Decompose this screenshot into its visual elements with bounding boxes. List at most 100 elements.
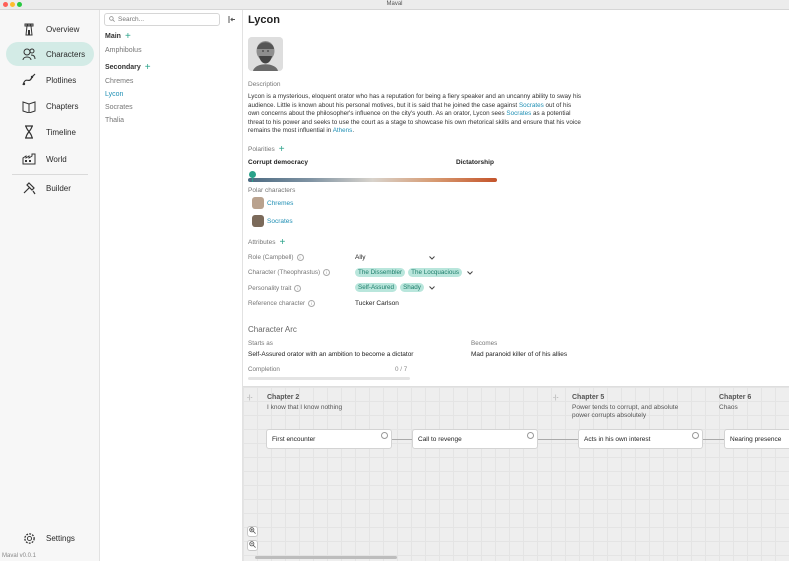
polarity-slider-handle[interactable] [249,171,256,178]
list-item-lycon[interactable]: Lycon [105,91,123,98]
chapter-5-title: Chapter 5 [572,394,605,401]
drag-handle-icon[interactable]: -|- [247,395,253,401]
group-header-secondary: Secondary + [105,63,151,73]
list-item-amphibolus[interactable]: Amphibolus [105,47,142,54]
zoom-out-icon [249,541,256,550]
nav-label: Plotlines [46,75,77,85]
list-item-thalia[interactable]: Thalia [105,117,124,124]
link-athens[interactable]: Athens [333,127,353,134]
link-socrates[interactable]: Socrates [506,110,531,117]
world-icon [18,153,40,165]
add-secondary-character-button[interactable]: + [145,63,151,73]
drag-handle-icon[interactable]: -|- [553,395,559,401]
add-attribute-button[interactable]: + [279,238,285,248]
collapse-panel-button[interactable] [227,15,237,25]
chip-the-locquacious[interactable]: The Locquacious [408,268,463,277]
list-item-chremes[interactable]: Chremes [105,78,133,85]
settings-label: Settings [46,533,75,543]
polar-character-socrates[interactable]: Socrates [252,215,293,227]
arc-card-first-encounter[interactable]: First encounter [266,429,392,449]
character-portrait[interactable] [248,37,283,71]
card-label: Acts in his own interest [584,435,651,443]
becomes-value[interactable]: Mad paranoid killer of of his allies [471,351,567,358]
chapter-2-subtitle: I know that I know nothing [267,404,343,411]
chapters-icon [18,99,40,113]
avatar [252,215,264,227]
attr-label-text: Character (Theophrastus) [248,269,321,276]
builder-icon [18,181,40,195]
list-item-socrates[interactable]: Socrates [105,104,133,111]
role-select[interactable]: Ally [355,254,435,261]
info-icon[interactable]: i [323,269,331,276]
search-box[interactable] [104,13,220,26]
search-icon [109,15,115,24]
chip-the-dissembler[interactable]: The Dissembler [355,268,406,277]
info-icon[interactable]: i [308,300,316,307]
chapter-6-title: Chapter 6 [719,394,752,401]
character-type-select[interactable]: The Dissembler The Locquacious [355,268,473,277]
horizontal-scrollbar[interactable] [255,556,397,559]
nav-item-chapters[interactable]: Chapters [6,94,94,118]
polar-character-name: Socrates [267,217,293,225]
personality-select[interactable]: Self-Assured Shady [355,283,435,292]
add-polarity-button[interactable]: + [279,145,285,155]
nav-item-plotlines[interactable]: Plotlines [6,68,94,92]
chapter-2-title: Chapter 2 [267,394,300,401]
link-socrates[interactable]: Socrates [519,102,544,109]
sidebar-nav: Overview Characters Plotlines Chapters T… [0,10,100,561]
nav-label: Overview [46,24,80,34]
character-attribute-label: Character (Theophrastus) i [248,269,331,276]
nav-item-world[interactable]: World [6,147,94,171]
polar-character-chremes[interactable]: Chremes [252,197,293,209]
polarities-label: Polarities [248,146,275,153]
status-circle-icon[interactable] [692,432,699,439]
version-label: Maval v0.0.1 [2,553,37,559]
character-arc-title: Character Arc [248,325,297,334]
polarity-left-label: Corrupt democracy [248,159,308,166]
arc-card-acts-in-his-own-interest[interactable]: Acts in his own interest [578,429,703,449]
card-label: Nearing presence [730,435,782,443]
attr-label-text: Reference character [248,300,306,307]
attributes-label: Attributes [248,239,276,246]
polarity-slider-track[interactable] [248,178,497,182]
polar-characters-label: Polar characters [248,187,296,194]
nav-label: Timeline [46,127,76,137]
nav-item-overview[interactable]: Overview [6,17,94,41]
arc-card-call-to-revenge[interactable]: Call to revenge [412,429,538,449]
character-description[interactable]: Lycon is a mysterious, eloquent orator w… [248,93,583,136]
character-name: Lycon [248,14,280,26]
chip-self-assured[interactable]: Self-Assured [355,283,398,292]
nav-label: World [46,154,67,164]
starts-as-value[interactable]: Self-Assured orator with an ambition to … [248,351,413,358]
settings-button[interactable]: Settings [6,526,94,550]
chevron-down-icon[interactable] [467,270,473,275]
zoom-in-button[interactable] [247,526,258,537]
role-value: Ally [355,254,366,261]
chevron-down-icon[interactable] [429,285,435,290]
nav-label: Builder [46,183,71,193]
search-input[interactable] [118,16,218,23]
add-main-character-button[interactable]: + [125,32,131,42]
status-circle-icon[interactable] [381,432,388,439]
chapter-5-subtitle: Power tends to corrupt, and absolute pow… [572,404,679,419]
timeline-connector [703,439,724,440]
info-icon[interactable]: i [296,254,304,261]
chip-shady[interactable]: Shady [400,283,424,292]
reference-character-field[interactable]: Tucker Carlson [355,300,399,307]
polarity-right-label: Dictatorship [456,159,494,166]
chevron-down-icon[interactable] [429,255,435,260]
zoom-out-button[interactable] [247,540,258,551]
status-circle-icon[interactable] [527,432,534,439]
nav-item-builder[interactable]: Builder [6,176,94,200]
info-icon[interactable]: i [294,285,302,292]
attr-label-text: Role (Campbell) [248,254,294,261]
gear-icon [18,532,40,545]
completion-count: 0 / 7 [395,366,408,373]
plotlines-icon [18,73,40,87]
nav-item-timeline[interactable]: Timeline [6,120,94,144]
arc-card-nearing-presence[interactable]: Nearing presence [724,429,789,449]
polar-character-name: Chremes [267,199,294,207]
nav-item-characters[interactable]: Characters [6,42,94,66]
nav-label: Characters [46,49,86,59]
arc-timeline-canvas[interactable]: -|- Chapter 2 I know that I know nothing… [243,386,789,561]
